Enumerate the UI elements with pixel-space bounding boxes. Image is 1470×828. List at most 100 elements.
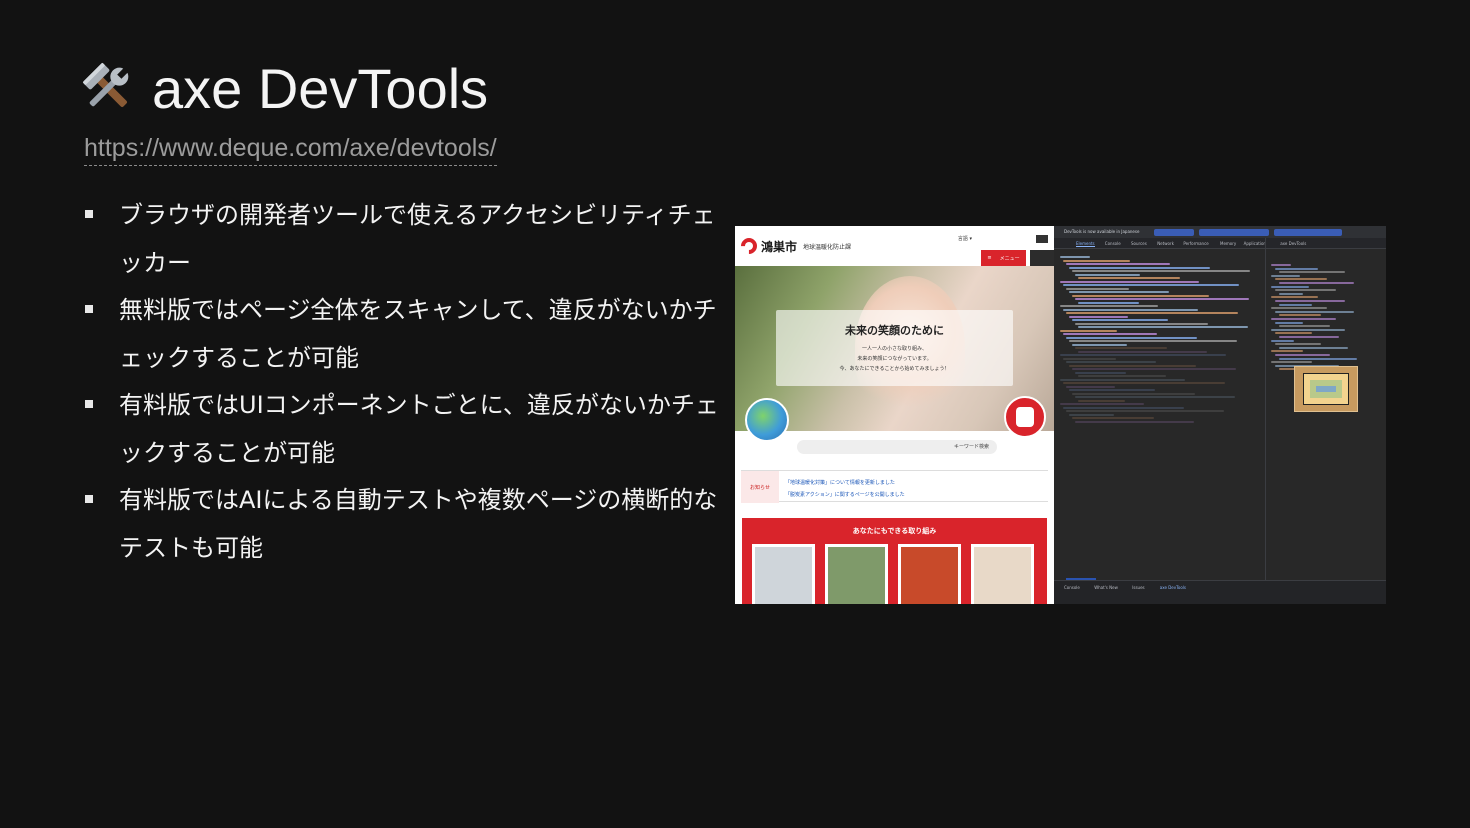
code-line — [1078, 350, 1207, 353]
devtools-panel: DevTools is now available in Japanese El… — [1054, 226, 1386, 604]
devtools-link[interactable]: https://www.deque.com/axe/devtools/ — [84, 134, 497, 166]
style-line — [1279, 314, 1321, 317]
thumb-card[interactable] — [898, 544, 961, 604]
code-line — [1066, 263, 1170, 265]
code-line — [1072, 270, 1250, 272]
thumb-vegetables — [901, 547, 958, 604]
hamburger-icon: ≡ — [987, 255, 992, 261]
notice-button[interactable] — [1199, 229, 1269, 236]
code-line — [1063, 406, 1184, 409]
styles-pane — [1267, 250, 1386, 580]
dept-name: 地球温暖化防止課 — [803, 243, 852, 251]
code-line — [1066, 312, 1238, 314]
drawer-tab[interactable]: Console — [1064, 585, 1080, 590]
code-line — [1078, 375, 1166, 377]
devtools-tab[interactable]: axe DevTools — [1280, 241, 1306, 246]
style-line — [1275, 289, 1336, 292]
style-line — [1275, 354, 1330, 356]
notice-button[interactable] — [1274, 229, 1342, 236]
news-link[interactable]: 「地球温暖化対策」について情報を更新しました — [785, 479, 895, 486]
box-model-content — [1316, 386, 1336, 392]
search-icon[interactable] — [1036, 235, 1048, 243]
devtools-tab[interactable]: Performance — [1183, 241, 1208, 246]
hero-line: 今、あなたにできることから始めてみましょう！ — [839, 366, 950, 372]
code-line — [1072, 417, 1154, 419]
elements-tree — [1056, 250, 1264, 580]
code-line — [1063, 284, 1239, 286]
code-line — [1066, 410, 1224, 412]
code-line — [1066, 385, 1115, 388]
code-line — [1075, 322, 1208, 325]
code-line — [1063, 259, 1130, 262]
mascot-icon — [1004, 396, 1046, 438]
pane-divider[interactable] — [1265, 238, 1266, 580]
code-line — [1060, 354, 1226, 356]
code-line — [1069, 266, 1210, 269]
hero-line: 未来の笑顔につながっています。 — [857, 356, 932, 362]
menu-button[interactable]: ≡ メニュー — [981, 250, 1026, 266]
style-line — [1279, 336, 1339, 338]
code-line — [1069, 364, 1196, 367]
code-line — [1060, 256, 1090, 258]
devtools-tab[interactable]: Application — [1244, 241, 1266, 246]
code-line — [1078, 277, 1180, 279]
code-line — [1066, 287, 1129, 290]
actions-panel: あなたにもできる取り組み — [742, 518, 1047, 604]
site-header: 鴻巣市 地球温暖化防止課 言語 ▾ ≡ メニュー — [735, 226, 1054, 266]
style-line — [1279, 282, 1354, 284]
title-text: axe DevTools — [152, 56, 489, 120]
devtools-tab[interactable]: Network — [1157, 241, 1174, 246]
code-line — [1075, 420, 1194, 423]
hero-title: 未来の笑顔のために — [845, 324, 944, 337]
code-line — [1069, 315, 1128, 318]
bullet-list: ブラウザの開発者ツールで使えるアクセシビリティチェッカー 無料版ではページ全体を… — [84, 192, 734, 572]
menu-secondary-button[interactable] — [1030, 250, 1054, 266]
city-website: 鴻巣市 地球温暖化防止課 言語 ▾ ≡ メニュー 未来の笑顔のために 一人一人の… — [735, 226, 1054, 604]
style-line — [1279, 325, 1330, 328]
style-line — [1275, 267, 1318, 270]
code-line — [1075, 371, 1126, 374]
code-line — [1078, 326, 1248, 328]
news-label: お知らせ — [741, 471, 779, 503]
style-line — [1271, 318, 1336, 320]
style-line — [1275, 310, 1354, 313]
devtools-tab[interactable]: Memory — [1220, 241, 1236, 246]
hammer-and-wrench-icon — [82, 62, 129, 107]
style-line — [1275, 321, 1303, 324]
bullet-item: 有料版ではAIによる自動テストや複数ページの横断的なテストも可能 — [84, 477, 734, 572]
code-line — [1069, 389, 1155, 391]
city-name: 鴻巣市 — [761, 239, 798, 254]
code-line — [1060, 329, 1117, 332]
box-model-diagram — [1294, 366, 1358, 412]
devtools-drawer: Console What's New Issues axe DevTools — [1054, 580, 1386, 604]
code-line — [1075, 347, 1167, 349]
language-select[interactable]: 言語 ▾ — [958, 235, 972, 242]
drawer-tab[interactable]: What's New — [1094, 585, 1118, 590]
style-line — [1271, 307, 1327, 310]
news-section: お知らせ 「地球温暖化対策」について情報を更新しました 「脱炭素アクション」に関… — [741, 470, 1048, 503]
drawer-tab[interactable]: axe DevTools — [1160, 585, 1186, 590]
style-line — [1271, 361, 1312, 364]
hero-line: 一人一人の小さな取り組み、 — [861, 346, 927, 352]
devtools-screenshot: 鴻巣市 地球温暖化防止課 言語 ▾ ≡ メニュー 未来の笑顔のために 一人一人の… — [735, 226, 1386, 604]
devtools-tab[interactable]: Console — [1105, 241, 1121, 246]
devtools-tab[interactable]: Elements — [1076, 241, 1095, 247]
news-link[interactable]: 「脱炭素アクション」に関するページを公開しました — [785, 491, 905, 498]
thumb-card[interactable] — [825, 544, 888, 604]
code-line — [1066, 361, 1156, 363]
style-line — [1279, 271, 1345, 274]
drawer-tab[interactable]: Issues — [1132, 585, 1144, 590]
code-line — [1072, 392, 1195, 395]
thumb-card[interactable] — [971, 544, 1034, 604]
site-search-input[interactable]: キーワード検索 — [797, 440, 997, 454]
style-line — [1275, 278, 1327, 281]
style-line — [1279, 357, 1357, 360]
notice-button[interactable] — [1154, 229, 1194, 236]
city-logo-icon — [737, 234, 761, 258]
style-line — [1271, 274, 1300, 277]
code-line — [1060, 280, 1199, 283]
code-line — [1066, 336, 1197, 339]
devtools-tab[interactable]: Sources — [1131, 241, 1147, 246]
thumb-lunchbox — [828, 547, 885, 604]
thumb-card[interactable] — [752, 544, 815, 604]
